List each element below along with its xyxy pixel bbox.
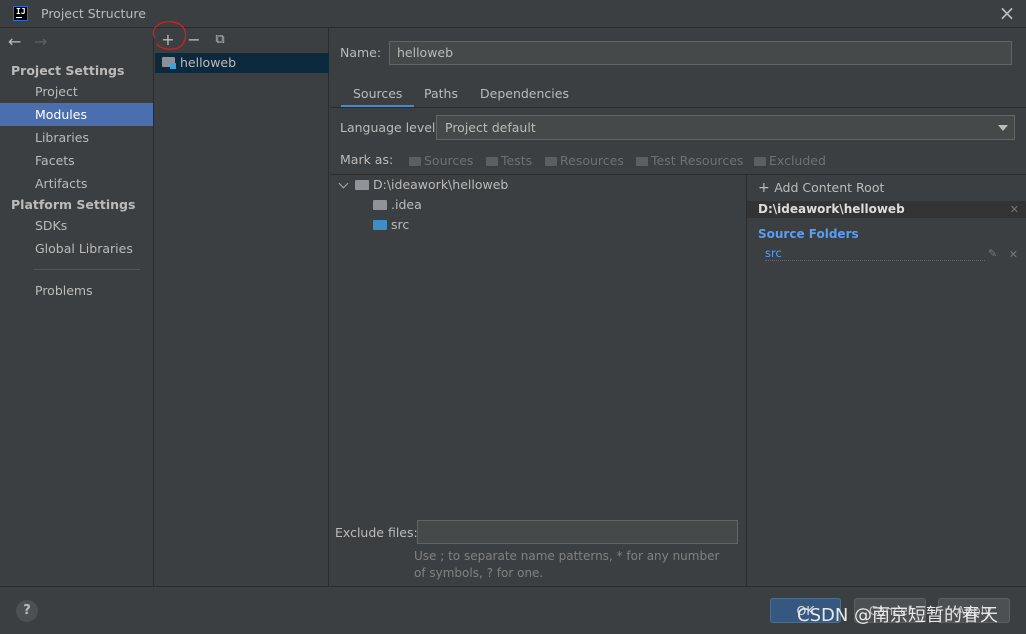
exclude-files-label: Exclude files:: [335, 525, 418, 540]
language-level-label: Language level:: [340, 120, 440, 135]
forward-arrow-icon[interactable]: →: [34, 32, 47, 51]
intellij-logo-icon: IJ: [13, 6, 28, 21]
tree-node-root[interactable]: D:\ideawork\helloweb: [333, 177, 733, 195]
tree-node-label: .idea: [391, 197, 422, 212]
name-label: Name:: [340, 45, 382, 60]
module-list-panel: + − ⧉ helloweb: [152, 21, 329, 586]
folder-icon: [486, 157, 498, 166]
tab-dependencies[interactable]: Dependencies: [480, 86, 569, 108]
sidebar-divider: [34, 269, 140, 270]
module-settings-panel: Name: helloweb Sources Paths Dependencie…: [330, 28, 1026, 586]
remove-source-folder-icon[interactable]: ✕: [1009, 248, 1018, 261]
mark-as-resources-button[interactable]: Resources: [545, 153, 624, 168]
plus-icon: +: [758, 180, 775, 196]
source-folder-icon: [373, 220, 387, 230]
edit-pencil-icon[interactable]: ✎: [988, 247, 997, 260]
content-root-path: D:\ideawork\helloweb: [758, 202, 905, 216]
project-settings-heading: Project Settings: [11, 63, 125, 78]
mark-as-sources-button[interactable]: Sources: [409, 153, 473, 168]
copy-module-button[interactable]: ⧉: [210, 30, 230, 50]
back-arrow-icon[interactable]: ←: [8, 32, 21, 51]
content-root-panel: + Add Content Root D:\ideawork\helloweb …: [746, 175, 1026, 586]
language-level-value: Project default: [445, 120, 536, 135]
folder-icon: [545, 157, 557, 166]
language-level-select[interactable]: Project default: [436, 115, 1015, 140]
sidebar-item-sdks[interactable]: SDKs: [0, 214, 153, 237]
mark-as-label: Mark as:: [340, 152, 394, 167]
mark-as-excluded-button[interactable]: Excluded: [754, 153, 826, 168]
chevron-down-icon: [998, 125, 1008, 131]
source-folder-item[interactable]: src: [765, 247, 985, 261]
platform-settings-heading: Platform Settings: [11, 197, 136, 212]
tree-node-src[interactable]: src: [373, 217, 409, 232]
module-folder-icon: [162, 57, 176, 69]
folder-icon: [636, 157, 648, 166]
sidebar-item-artifacts[interactable]: Artifacts: [0, 172, 153, 195]
tree-node-label: src: [391, 217, 410, 232]
add-content-root-button[interactable]: + Add Content Root: [758, 180, 884, 196]
content-root-header: D:\ideawork\helloweb ✕: [747, 201, 1026, 218]
red-circle-annotation: [152, 21, 187, 50]
folder-icon: [754, 157, 766, 166]
sidebar-item-global-libraries[interactable]: Global Libraries: [0, 237, 153, 260]
module-name: helloweb: [180, 55, 237, 70]
chevron-down-icon: [338, 178, 349, 189]
exclude-files-input[interactable]: [417, 520, 738, 544]
remove-content-root-icon[interactable]: ✕: [1010, 203, 1019, 216]
tree-node-idea[interactable]: .idea: [373, 197, 422, 212]
mark-as-test-resources-button[interactable]: Test Resources: [636, 153, 743, 168]
sidebar-item-project[interactable]: Project: [0, 80, 153, 103]
close-icon[interactable]: ×: [998, 3, 1016, 23]
help-button[interactable]: ?: [16, 600, 38, 622]
tree-root-label: D:\ideawork\helloweb: [373, 177, 509, 192]
csdn-watermark: CSDN @南京短暂的春天: [797, 605, 999, 626]
content-root-tree: D:\ideawork\helloweb .idea src: [333, 175, 746, 517]
folder-icon: [355, 180, 369, 190]
mark-as-tests-button[interactable]: Tests: [486, 153, 532, 168]
module-list-item[interactable]: helloweb: [155, 53, 329, 73]
sidebar-item-libraries[interactable]: Libraries: [0, 126, 153, 149]
tab-sources[interactable]: Sources: [341, 86, 415, 108]
sidebar-item-problems[interactable]: Problems: [0, 279, 153, 302]
window-title: Project Structure: [41, 6, 146, 21]
settings-sidebar: ← → Project Settings Project Modules Lib…: [0, 28, 154, 586]
exclude-files-hint: Use ; to separate name patterns, * for a…: [414, 549, 720, 580]
folder-icon: [409, 157, 421, 166]
sidebar-item-modules[interactable]: Modules: [0, 103, 153, 126]
tabs-divider: [330, 107, 1026, 108]
folder-icon: [373, 200, 387, 210]
dialog-footer: ? OK Cancel Apply CSDN @南京短暂的春天: [0, 586, 1026, 634]
module-name-input[interactable]: helloweb: [389, 41, 1012, 65]
source-folders-heading: Source Folders: [758, 227, 859, 241]
tab-paths[interactable]: Paths: [424, 86, 458, 108]
sidebar-item-facets[interactable]: Facets: [0, 149, 153, 172]
